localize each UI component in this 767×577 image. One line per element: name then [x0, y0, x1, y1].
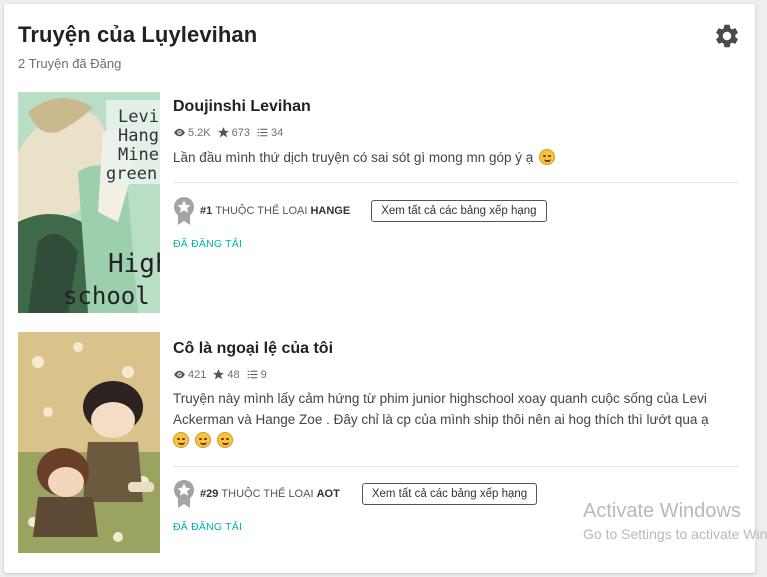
view-rankings-button[interactable]: Xem tất cả các bảng xếp hạng — [371, 200, 547, 222]
ranking-row: #29 THUỘC THỂ LOẠI AOT Xem tất cả các bả… — [173, 480, 538, 508]
vote-count: 48 — [227, 368, 240, 381]
smile-emoji-icon — [539, 149, 556, 165]
story-info: Doujinshi Levihan 5.2K 673 34 Lần đầu mì… — [173, 92, 739, 313]
gear-icon[interactable] — [713, 22, 741, 50]
heart-eyes-emoji-icon — [216, 432, 233, 448]
stories-count: 2 Truyện đã Đăng — [18, 56, 122, 71]
story-cover[interactable] — [18, 332, 160, 553]
published-status[interactable]: ĐÃ ĐĂNG TẢI — [173, 521, 242, 533]
list-icon — [247, 370, 257, 379]
rank-label: THUỘC THỂ LOẠI — [215, 205, 308, 217]
view-rankings-button[interactable]: Xem tất cả các bảng xếp hạng — [361, 483, 538, 505]
cover-text: High — [108, 249, 160, 279]
medal-icon — [174, 197, 194, 225]
ranking-row: #1 THUỘC THỂ LOẠI HANGE Xem tất cả các b… — [173, 197, 547, 225]
part-count: 34 — [271, 126, 284, 139]
smile-emoji-icon — [173, 432, 189, 448]
story-stats: 5.2K 673 34 — [173, 126, 289, 139]
windows-activation-watermark: Activate Windows Go to Settings to activ… — [583, 499, 767, 545]
star-icon — [213, 369, 225, 380]
cover-text: green — [106, 164, 157, 184]
wink-emoji-icon — [194, 432, 211, 448]
view-count: 421 — [188, 368, 207, 381]
view-count: 5.2K — [188, 126, 211, 139]
rank-genre: AOT — [316, 488, 340, 500]
divider — [173, 466, 739, 467]
story-cover[interactable]: Levi Hange Mine green High school — [18, 92, 160, 313]
eye-icon — [174, 370, 185, 379]
story-description: Lần đầu mình thứ dịch truyện có sai sót … — [173, 147, 733, 168]
rank-genre: HANGE — [310, 205, 351, 217]
page-title: Truyện của Lụylevihan — [18, 22, 258, 47]
vote-count: 673 — [231, 126, 250, 139]
star-icon — [217, 127, 229, 138]
cover-text: school — [63, 282, 150, 310]
cover-text: Levi — [118, 107, 159, 127]
cover-text: Hange — [118, 126, 160, 146]
list-icon — [257, 128, 268, 137]
divider — [173, 182, 739, 183]
watermark-title: Activate Windows — [583, 500, 741, 522]
rank-number: #1 — [200, 205, 213, 217]
description-text: Truyện này mình lấy cảm hứng từ phim jun… — [173, 391, 709, 427]
part-count: 9 — [260, 368, 267, 381]
eye-icon — [174, 128, 185, 137]
story-title[interactable]: Cô là ngoại lệ của tôi — [173, 340, 333, 358]
stories-card: Truyện của Lụylevihan 2 Truyện đã Đăng L… — [4, 4, 755, 573]
story-stats: 421 48 9 — [173, 368, 273, 381]
cover-text: Mine — [118, 145, 159, 165]
rank-label: THUỘC THỂ LOẠI — [221, 488, 314, 500]
story-title[interactable]: Doujinshi Levihan — [173, 98, 311, 116]
published-status[interactable]: ĐÃ ĐĂNG TẢI — [173, 238, 242, 250]
story-description: Truyện này mình lấy cảm hứng từ phim jun… — [173, 388, 733, 451]
watermark-subtitle: Go to Settings to activate Windows. — [583, 526, 767, 542]
medal-icon — [174, 480, 194, 508]
description-text: Lần đầu mình thứ dịch truyện có sai sót … — [173, 150, 534, 165]
rank-number: #29 — [200, 488, 219, 500]
